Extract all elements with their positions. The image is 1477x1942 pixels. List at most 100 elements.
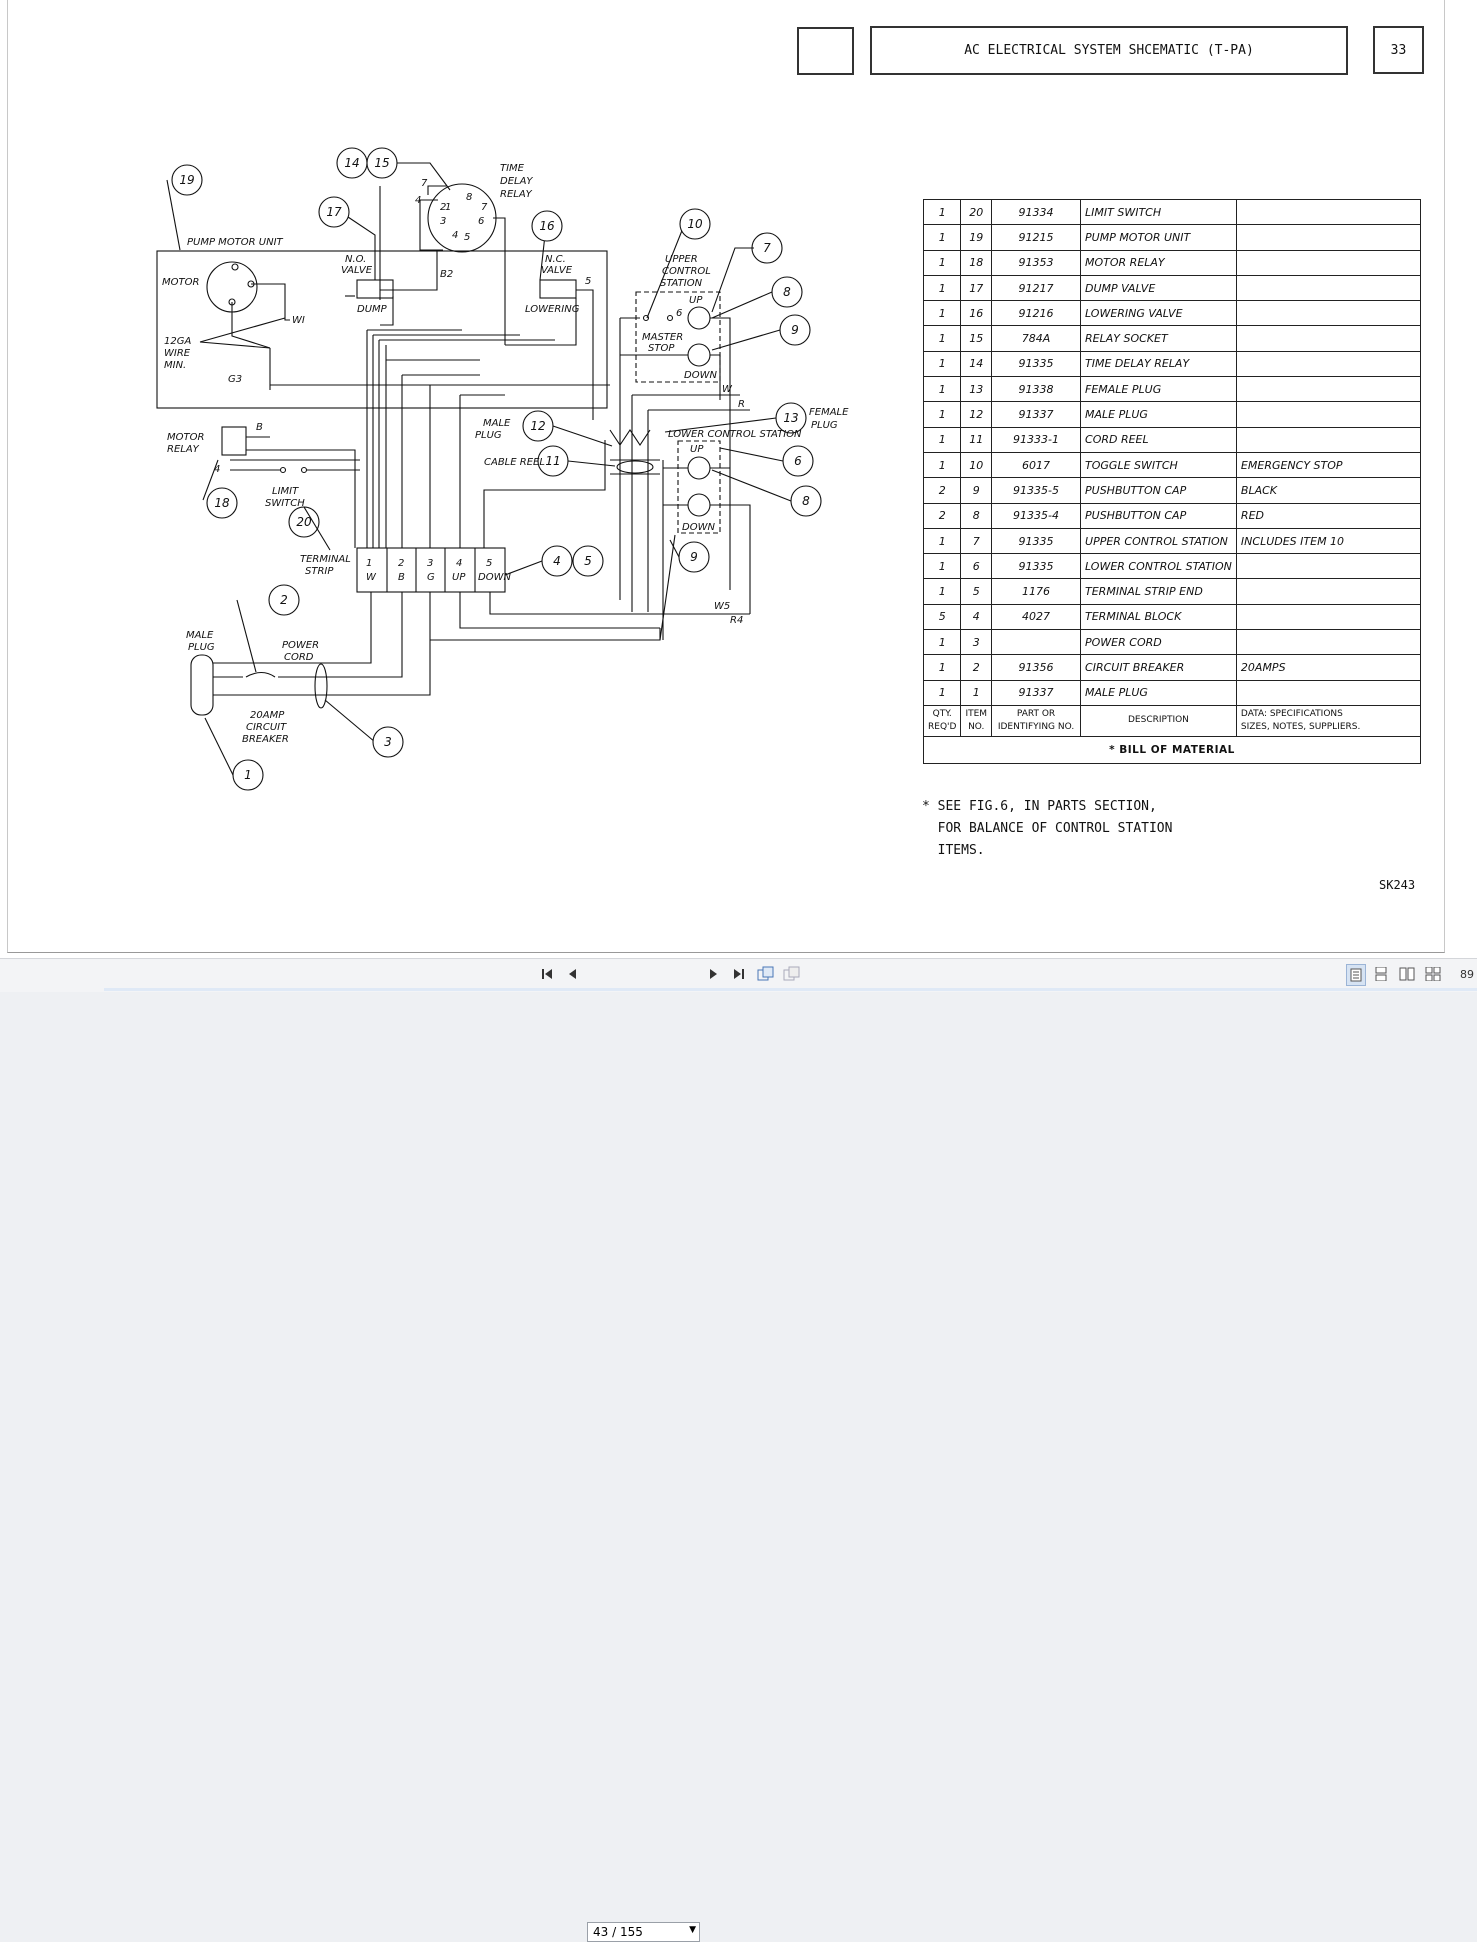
label-female-plug: PLUG [811,420,838,431]
relay-pin-5: 5 [464,232,470,243]
label-switch: SWITCH [265,498,305,509]
bom-title: BILL OF MATERIAL [1119,743,1235,756]
bom-row: 1 5 1176 TERMINAL STRIP END [922,578,1422,605]
document-viewport[interactable]: AC ELECTRICAL SYSTEM SHCEMATIC (T-PA) 33 [0,0,1477,958]
bom-data: INCLUDES ITEM 10 [1235,527,1422,555]
wire-label-w5: W5 [714,601,730,612]
bom-part: 91217 [991,274,1082,302]
bom-description: PUMP MOTOR UNIT [1080,224,1237,251]
terminal-3: 3 [427,558,433,569]
relay-pin-4: 4 [452,230,458,241]
paste-page-icon[interactable] [782,964,802,984]
bom-description: LOWERING VALVE [1080,300,1237,327]
bom-item: 14 [960,350,993,378]
bom-data [1235,629,1422,656]
label-cable-reel: CABLE REEL [484,457,545,468]
bom-description: MALE PLUG [1080,401,1237,428]
bom-description: TERMINAL STRIP END [1080,578,1237,605]
continuous-view-icon[interactable] [1372,964,1390,984]
bom-data [1235,350,1422,378]
label-time: TIME [500,163,525,174]
label-lowering: LOWERING [525,304,580,315]
upper-up-button [687,306,711,330]
single-page-view-icon[interactable] [1346,964,1366,986]
bom-description: TERMINAL BLOCK [1080,603,1237,631]
terminal-4: 4 [456,558,462,569]
label-motor: MOTOR [162,277,199,288]
bom-qty: 1 [922,451,962,479]
bom-row: 1 17 91217 DUMP VALVE [922,274,1422,302]
previous-page-icon[interactable] [564,964,580,984]
bom-qty: 1 [922,578,962,605]
male-plug-symbol [190,654,214,716]
bom-description: PUSHBUTTON CAP [1080,477,1237,504]
bom-description: MALE PLUG [1080,679,1237,706]
bom-part: 91335-5 [991,477,1082,504]
bom-item: 13 [960,376,993,403]
bom-description: UPPER CONTROL STATION [1080,527,1237,555]
bom-qty: 1 [922,401,962,428]
page-number-input[interactable]: 43 / 155 ▼ [587,1922,700,1942]
bom-row: 2 8 91335-4 PUSHBUTTON CAP RED [922,502,1422,529]
bom-qty: 1 [922,325,962,352]
part-header-2: IDENTIFYING NO. [997,721,1075,732]
wire-label-6: 6 [676,308,682,319]
bom-item: 15 [960,325,993,352]
bom-description: DUMP VALVE [1080,274,1237,302]
copy-page-icon[interactable] [756,964,776,984]
callout-number: 17 [326,205,342,219]
bom-part: 91356 [991,654,1082,681]
label-cord: CORD [284,652,314,663]
bom-part: 91337 [991,401,1082,428]
bom-description: TOGGLE SWITCH [1080,451,1237,479]
bom-part: 91338 [991,376,1082,403]
continuous-facing-view-icon[interactable] [1424,964,1442,984]
bom-qty: 1 [922,679,962,706]
relay-pin-8: 8 [466,192,472,203]
label-no-valve: VALVE [341,265,373,276]
last-page-icon[interactable] [730,964,748,984]
bom-data: 20AMPS [1235,654,1422,681]
bom-row: 1 13 91338 FEMALE PLUG [922,376,1422,403]
bom-data [1235,325,1422,352]
callout-number: 18 [214,496,230,510]
facing-view-icon[interactable] [1398,964,1416,984]
bom-description: CIRCUIT BREAKER [1080,654,1237,681]
chevron-down-icon[interactable]: ▼ [689,1925,696,1935]
bom-row: 5 4 4027 TERMINAL BLOCK [922,603,1422,631]
bom-row: 1 3 POWER CORD [922,629,1422,656]
bom-part: 6017 [991,451,1082,479]
label-pump-motor-unit: PUMP MOTOR UNIT [187,237,284,248]
item-header: ITEM [965,708,988,719]
label-no: N.O. [345,254,366,265]
bom-item: 10 [960,451,993,479]
qty-header-2: REQ'D [928,721,957,732]
dump-valve-symbol [356,279,394,299]
bom-qty: 1 [922,376,962,403]
terminal-1-wire: W [366,572,377,583]
wire-label-w: W [722,384,733,395]
page-number-value: 43 / 155 [593,1925,643,1939]
upper-down-button [687,343,711,367]
bom-qty: 1 [922,249,962,276]
callout-number: 4 [553,554,561,568]
qty-header: QTY. [932,708,952,719]
lower-up-button [687,456,711,480]
bom-data [1235,249,1422,276]
terminal-4-wire: UP [452,572,466,583]
first-page-icon[interactable] [538,964,556,984]
bom-description: LOWER CONTROL STATION [1080,553,1237,580]
relay-pin-3: 3 [440,216,446,227]
next-page-icon[interactable] [706,964,722,984]
label-circuit: CIRCUIT [246,722,287,733]
bom-part: 91335 [991,527,1082,555]
part-header: PART OR [1016,708,1056,719]
bom-item: 8 [960,502,993,529]
bom-part: 91216 [991,300,1082,327]
bom-qty: 1 [922,274,962,302]
bom-part [991,629,1082,656]
label-power: POWER [282,640,319,651]
zoom-level[interactable]: 89 [1460,964,1477,984]
time-delay-relay-symbol [427,183,497,253]
bom-qty: 1 [922,198,962,226]
